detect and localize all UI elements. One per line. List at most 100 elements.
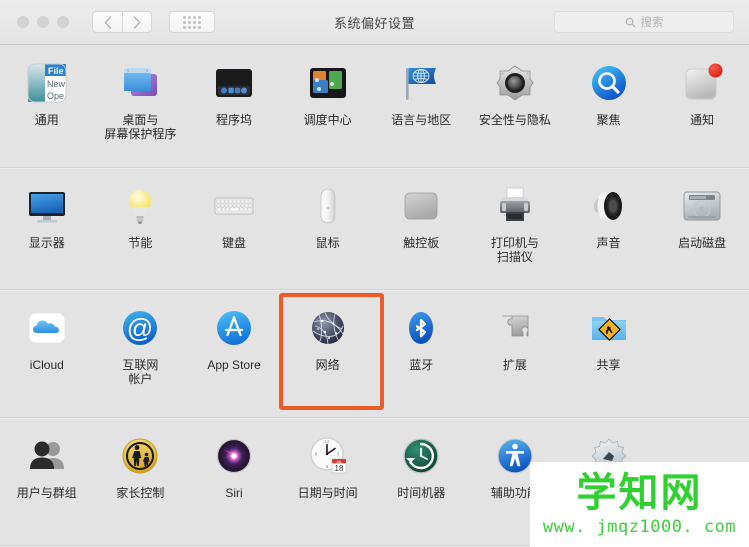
- displays-icon: [23, 182, 71, 230]
- siri-icon: [210, 432, 258, 480]
- pane-siri[interactable]: Siri: [187, 418, 281, 500]
- pane-row-1: File New Ope 通用 桌面与 屏幕保护程序 程序坞 调度中心 语言与地…: [0, 45, 749, 168]
- printers-scanners-icon: [491, 182, 539, 230]
- search-input[interactable]: 搜索: [554, 11, 734, 33]
- bluetooth-icon: [397, 304, 445, 352]
- parental-controls-icon: [116, 432, 164, 480]
- pane-desktop-screensaver[interactable]: 桌面与 屏幕保护程序: [94, 45, 188, 141]
- pane-label: 通用: [34, 113, 59, 127]
- watermark-overlay: 学知网 www. jmqz1000. com: [530, 462, 749, 547]
- pane-bluetooth[interactable]: 蓝牙: [375, 290, 469, 386]
- pane-label: 触控板: [403, 236, 440, 250]
- grid-dots-icon: [183, 15, 201, 29]
- extensions-icon: [491, 304, 539, 352]
- pane-displays[interactable]: 显示器: [0, 168, 94, 264]
- pane-label: 启动磁盘: [678, 236, 727, 250]
- svg-text:@: @: [127, 313, 153, 343]
- pane-label: 扩展: [502, 358, 527, 372]
- search-placeholder: 搜索: [640, 17, 664, 29]
- trackpad-icon: [397, 182, 445, 230]
- pane-label: 键盘: [222, 236, 247, 250]
- desktop-screensaver-icon: [116, 59, 164, 107]
- pane-general[interactable]: File New Ope 通用: [0, 45, 94, 141]
- keyboard-icon: [210, 182, 258, 230]
- pane-keyboard[interactable]: 键盘: [187, 168, 281, 264]
- pane-label: 家长控制: [116, 486, 165, 500]
- svg-text:New: New: [47, 79, 66, 89]
- pane-label: 用户与群组: [16, 486, 77, 500]
- zoom-button[interactable]: [57, 16, 69, 28]
- pane-label: 语言与地区: [391, 113, 452, 127]
- show-all-button[interactable]: [169, 11, 215, 33]
- pane-sound[interactable]: 声音: [562, 168, 656, 264]
- svg-text:12: 12: [324, 439, 329, 444]
- icloud-icon: [23, 304, 71, 352]
- pane-mission-control[interactable]: 调度中心: [281, 45, 375, 141]
- pane-dock[interactable]: 程序坞: [187, 45, 281, 141]
- pane-row-3: iCloud @ 互联网 帐户 App Store 网络 蓝牙 扩展 共享: [0, 290, 749, 418]
- pane-label: 打印机与 扫描仪: [490, 236, 539, 264]
- sharing-icon: [585, 304, 633, 352]
- pane-trackpad[interactable]: 触控板: [375, 168, 469, 264]
- back-button[interactable]: [92, 11, 122, 33]
- preference-panes-grid: File New Ope 通用 桌面与 屏幕保护程序 程序坞 调度中心 语言与地…: [0, 45, 749, 547]
- pane-label: 互联网 帐户: [122, 358, 159, 386]
- pane-date-time[interactable]: 12 3 69 JUL 18 日期与时间: [281, 418, 375, 500]
- pane-label: 蓝牙: [409, 358, 434, 372]
- pane-notifications[interactable]: 通知: [655, 45, 749, 141]
- language-region-icon: [397, 59, 445, 107]
- pane-label: 时间机器: [397, 486, 446, 500]
- spotlight-icon: [585, 59, 633, 107]
- mission-control-icon: [304, 59, 352, 107]
- security-privacy-icon: [491, 59, 539, 107]
- pane-startup-disk[interactable]: 启动磁盘: [655, 168, 749, 264]
- date-time-icon: 12 3 69 JUL 18: [304, 432, 352, 480]
- pane-extensions[interactable]: 扩展: [468, 290, 562, 386]
- pane-sharing[interactable]: 共享: [562, 290, 656, 386]
- sound-icon: [585, 182, 633, 230]
- search-icon: [625, 17, 636, 28]
- app-store-icon: [210, 304, 258, 352]
- svg-text:File: File: [48, 66, 64, 76]
- pane-network[interactable]: 网络: [281, 290, 375, 386]
- pane-label: 调度中心: [303, 113, 352, 127]
- pane-label: 显示器: [28, 236, 65, 250]
- pane-parental-controls[interactable]: 家长控制: [94, 418, 188, 500]
- pane-label: 声音: [596, 236, 621, 250]
- watermark-url: www. jmqz1000. com: [542, 516, 737, 537]
- pane-spotlight[interactable]: 聚焦: [562, 45, 656, 141]
- pane-mouse[interactable]: 鼠标: [281, 168, 375, 264]
- chevron-left-icon: [104, 15, 111, 29]
- pane-internet-accounts[interactable]: @ 互联网 帐户: [94, 290, 188, 386]
- pane-security-privacy[interactable]: 安全性与隐私: [468, 45, 562, 141]
- pane-language-region[interactable]: 语言与地区: [375, 45, 469, 141]
- internet-accounts-icon: @: [116, 304, 164, 352]
- forward-button[interactable]: [122, 11, 152, 33]
- pane-icloud[interactable]: iCloud: [0, 290, 94, 386]
- time-machine-icon: [397, 432, 445, 480]
- minimize-button[interactable]: [37, 16, 49, 28]
- pane-label: 节能: [128, 236, 153, 250]
- pane-app-store[interactable]: App Store: [187, 290, 281, 386]
- pane-time-machine[interactable]: 时间机器: [375, 418, 469, 500]
- chevron-right-icon: [133, 15, 141, 29]
- pane-label: 共享: [596, 358, 621, 372]
- pane-label: App Store: [207, 358, 261, 372]
- pane-label: 桌面与 屏幕保护程序: [104, 113, 177, 141]
- svg-text:18: 18: [334, 464, 343, 473]
- pane-label: 鼠标: [315, 236, 340, 250]
- pane-label: iCloud: [29, 358, 64, 372]
- general-icon: File New Ope: [23, 59, 71, 107]
- close-button[interactable]: [17, 16, 29, 28]
- pane-printers-scanners[interactable]: 打印机与 扫描仪: [468, 168, 562, 264]
- pane-label: 聚焦: [596, 113, 621, 127]
- navigation-buttons: [92, 11, 152, 33]
- startup-disk-icon: [678, 182, 726, 230]
- dock-icon: [210, 59, 258, 107]
- watermark-brand: 学知网: [576, 469, 703, 516]
- notifications-icon: [678, 59, 726, 107]
- pane-energy-saver[interactable]: 节能: [94, 168, 188, 264]
- pane-users-groups[interactable]: 用户与群组: [0, 418, 94, 500]
- pane-label: 通知: [690, 113, 715, 127]
- network-icon: [304, 304, 352, 352]
